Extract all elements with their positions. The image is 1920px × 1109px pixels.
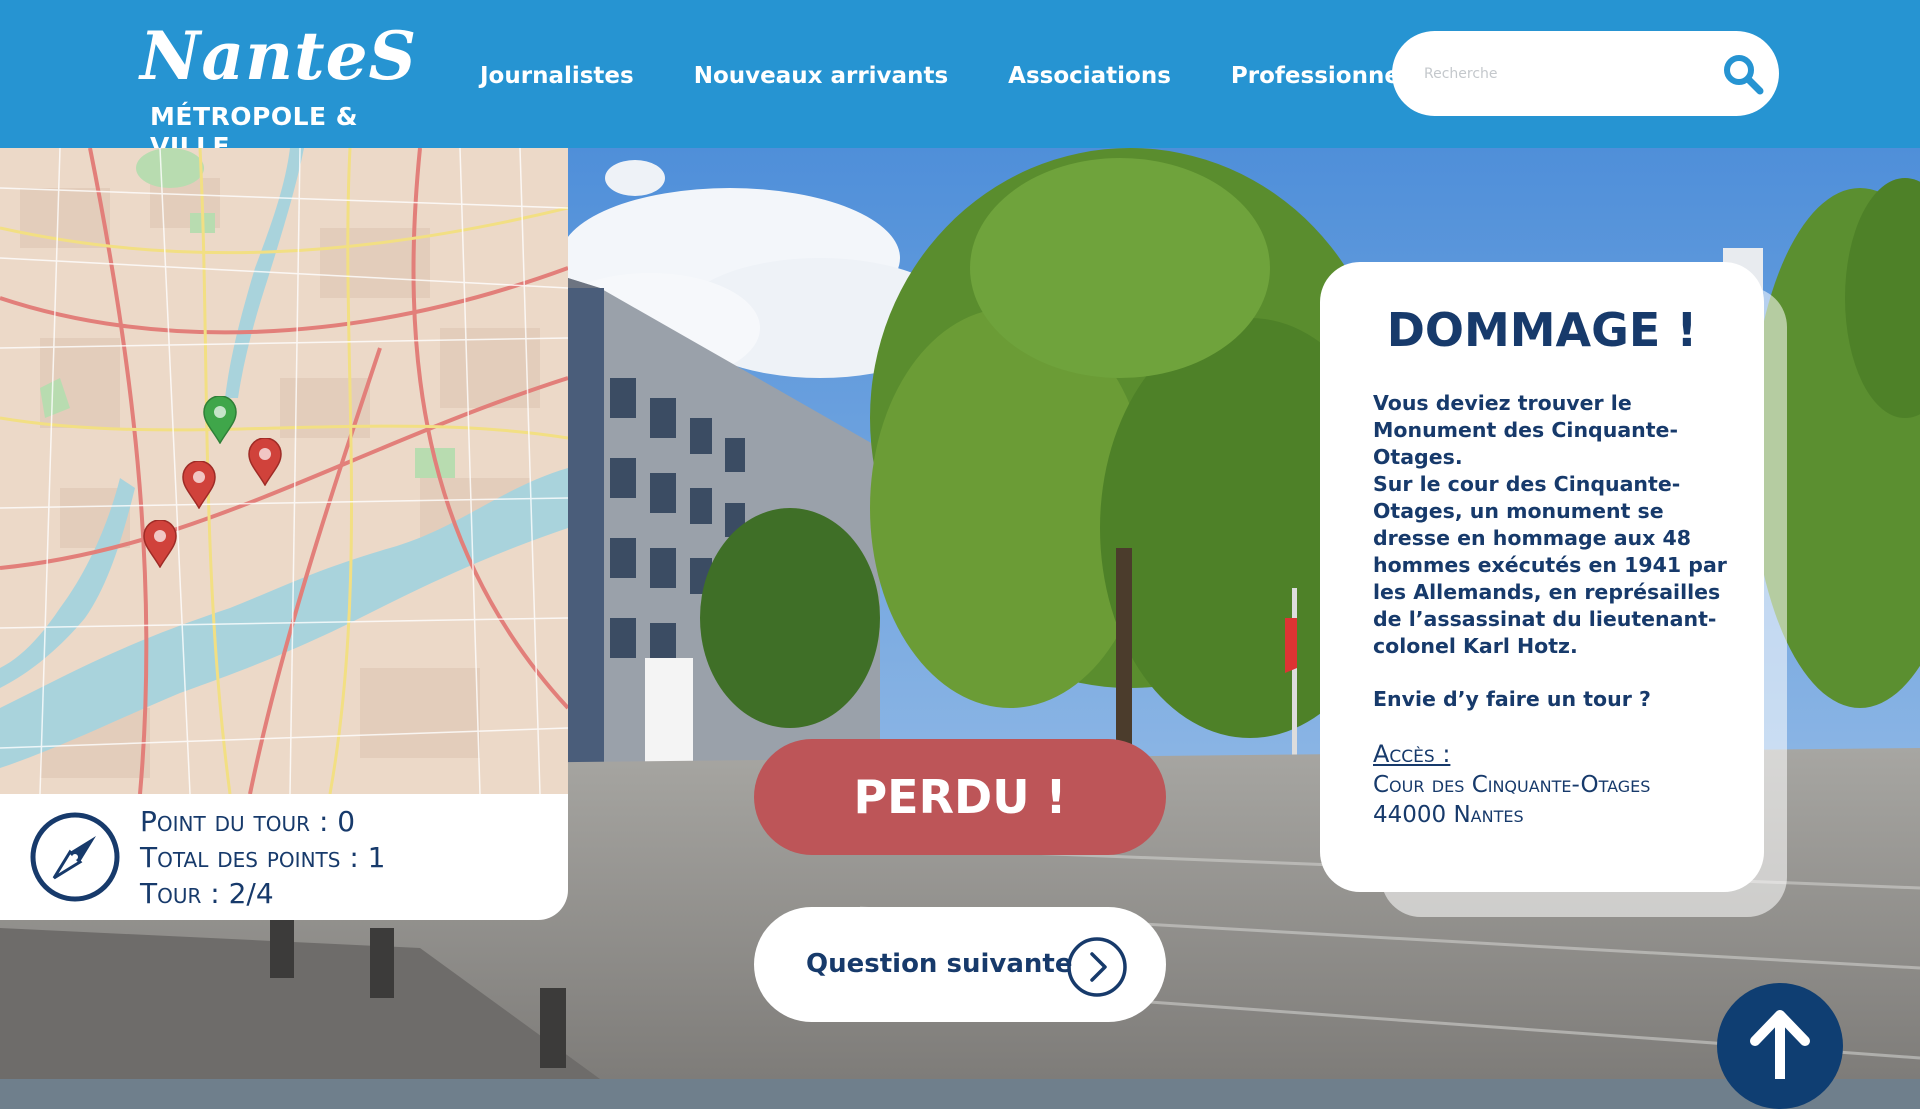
map-pin-red-icon[interactable] [143, 520, 177, 568]
nav-nouveaux-arrivants[interactable]: Nouveaux arrivants [694, 52, 948, 100]
point-du-tour: Point du tour : 0 [140, 805, 356, 838]
access-city: 44000 Nantes [1373, 802, 1524, 828]
map-pin-red-icon[interactable] [248, 438, 282, 486]
map-pin-red-icon[interactable] [182, 461, 216, 509]
access-address: Cour des Cinquante-Otages 44000 Nantes [1373, 770, 1743, 830]
next-question-button[interactable]: Question suivante [754, 907, 1166, 1022]
result-paragraph-1: Vous deviez trouver le Monument des Cinq… [1373, 391, 1678, 469]
lost-button[interactable]: PERDU ! [754, 739, 1166, 855]
scroll-top-button[interactable] [1717, 983, 1843, 1109]
logo-wordmark: NanteS [140, 17, 418, 95]
arrow-up-icon [1750, 1010, 1810, 1079]
score-lines: Point du tour : 0 Total des points : 1 T… [140, 804, 386, 912]
result-panel: DOMMAGE ! Vous deviez trouver le Monumen… [1320, 262, 1764, 892]
total-points: Total des points : 1 [140, 841, 386, 874]
site-header: NanteS MÉTROPOLE & VILLE Journalistes No… [0, 0, 1920, 161]
search-box [1392, 31, 1779, 116]
main-nav: Journalistes Nouveaux arrivants Associat… [480, 52, 1482, 100]
guess-map[interactable] [0, 148, 568, 794]
map-canvas[interactable] [0, 148, 568, 794]
tour-counter: Tour : 2/4 [140, 877, 274, 910]
result-paragraph-2: Sur le cour des Cinquante-Otages, un mon… [1373, 472, 1727, 658]
chevron-right-circle-icon [1067, 937, 1127, 997]
nav-journalistes[interactable]: Journalistes [480, 52, 634, 100]
next-question-label: Question suivante [806, 949, 1073, 979]
search-input[interactable] [1422, 51, 1696, 97]
compass-icon [30, 812, 120, 902]
access-label: Accès : [1373, 740, 1451, 768]
nav-associations[interactable]: Associations [1008, 52, 1171, 100]
result-title: DOMMAGE ! [1386, 303, 1698, 357]
result-paragraph-3: Envie d’y faire un tour ? [1373, 687, 1651, 711]
nantes-logo[interactable]: NanteS MÉTROPOLE & VILLE [138, 10, 418, 161]
search-icon[interactable] [1722, 53, 1764, 95]
access-street: Cour des Cinquante-Otages [1373, 772, 1651, 798]
map-pin-green-icon[interactable] [203, 396, 237, 444]
score-card: Point du tour : 0 Total des points : 1 T… [0, 794, 568, 920]
